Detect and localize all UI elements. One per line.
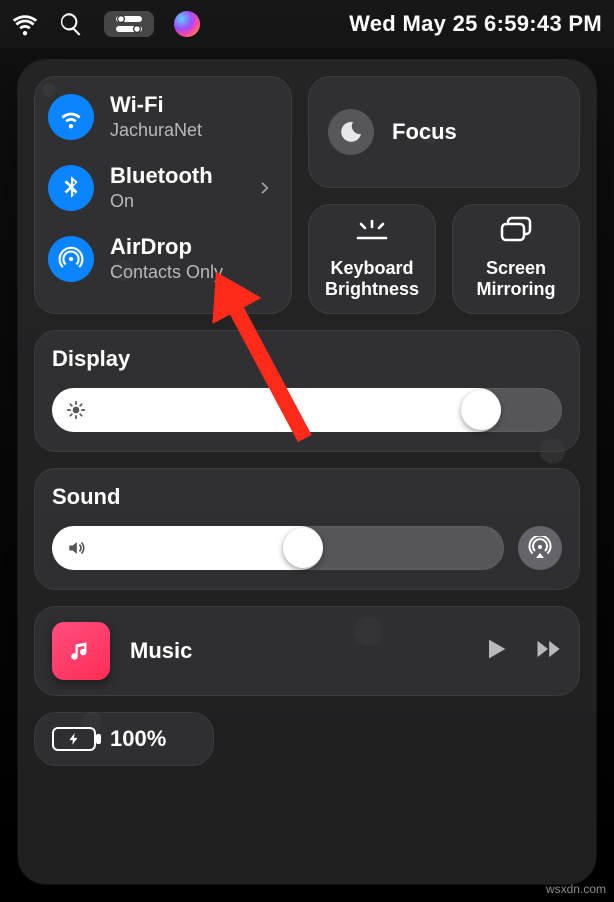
brightness-icon	[66, 400, 86, 420]
wifi-menubar-icon[interactable]	[12, 11, 38, 37]
focus-title: Focus	[392, 119, 457, 145]
screen-mirroring-button[interactable]: Screen Mirroring	[452, 204, 580, 314]
keyboard-brightness-label: Keyboard Brightness	[314, 258, 430, 300]
bluetooth-status: On	[110, 191, 213, 212]
display-heading: Display	[52, 346, 562, 372]
keyboard-brightness-icon	[354, 212, 390, 248]
connectivity-card: Wi-Fi JachuraNet Bluetooth On	[34, 76, 292, 314]
now-playing-card[interactable]: Music	[34, 606, 580, 696]
display-brightness-slider[interactable]	[52, 388, 562, 432]
control-center-panel: Wi-Fi JachuraNet Bluetooth On	[18, 60, 596, 884]
bluetooth-toggle[interactable]: Bluetooth On	[48, 163, 278, 212]
bluetooth-title: Bluetooth	[110, 163, 213, 189]
screen-mirroring-icon	[498, 212, 534, 248]
wifi-status: JachuraNet	[110, 120, 202, 141]
sound-volume-slider[interactable]	[52, 526, 504, 570]
battery-percentage: 100%	[110, 726, 166, 752]
music-app-icon	[52, 622, 110, 680]
menubar-clock[interactable]: Wed May 25 6:59:43 PM	[349, 11, 602, 37]
airplay-audio-button[interactable]	[518, 526, 562, 570]
chevron-right-icon[interactable]	[256, 179, 274, 197]
sound-heading: Sound	[52, 484, 562, 510]
keyboard-brightness-button[interactable]: Keyboard Brightness	[308, 204, 436, 314]
menubar: Wed May 25 6:59:43 PM	[0, 0, 614, 48]
siri-icon[interactable]	[174, 11, 200, 37]
wifi-title: Wi-Fi	[110, 92, 202, 118]
wifi-toggle[interactable]: Wi-Fi JachuraNet	[48, 92, 278, 141]
screen-mirroring-label: Screen Mirroring	[458, 258, 574, 300]
now-playing-title: Music	[130, 638, 192, 664]
airplay-audio-icon	[528, 536, 552, 560]
watermark: wsxdn.com	[546, 882, 606, 896]
bluetooth-icon	[48, 165, 94, 211]
battery-status[interactable]: 100%	[34, 712, 214, 766]
control-center-menubar-icon[interactable]	[104, 11, 154, 37]
next-button[interactable]	[534, 635, 562, 668]
moon-icon	[328, 109, 374, 155]
airdrop-icon	[48, 236, 94, 282]
play-button[interactable]	[482, 635, 510, 668]
sound-section: Sound	[34, 468, 580, 590]
focus-toggle[interactable]: Focus	[308, 76, 580, 188]
battery-charging-icon	[52, 727, 96, 751]
airdrop-title: AirDrop	[110, 234, 223, 260]
wifi-icon	[48, 94, 94, 140]
airdrop-status: Contacts Only	[110, 262, 223, 283]
speaker-icon	[66, 538, 86, 558]
display-section: Display	[34, 330, 580, 452]
spotlight-search-icon[interactable]	[58, 11, 84, 37]
airdrop-toggle[interactable]: AirDrop Contacts Only	[48, 234, 278, 283]
